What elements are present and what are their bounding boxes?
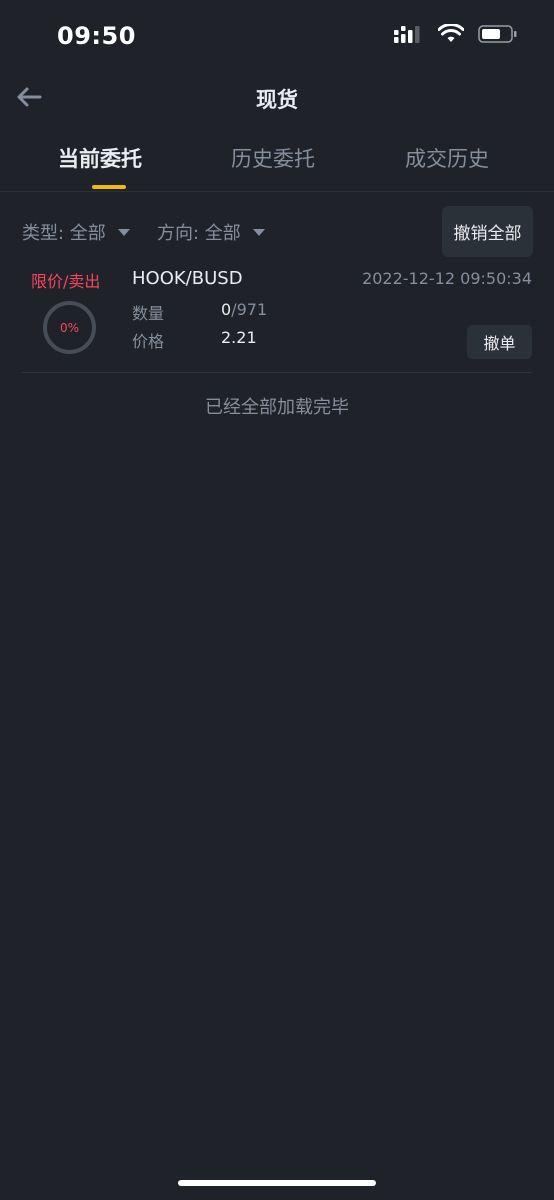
type-filter-label: 类型: 全部 [22, 223, 106, 244]
wifi-icon [438, 24, 464, 42]
status-time: 09:50 [57, 22, 136, 50]
progress-percent: 0% [59, 320, 80, 335]
price-value: 2.21 [221, 328, 257, 347]
page-title: 现货 [256, 88, 298, 112]
caret-down-icon [117, 228, 130, 236]
quantity-value: 0/971 [221, 300, 267, 319]
caret-down-icon [252, 228, 265, 236]
quantity-total: /971 [231, 300, 268, 319]
quantity-filled: 0 [221, 300, 232, 319]
order-time: 2022-12-12 09:50:34 [362, 269, 532, 288]
direction-filter-label: 方向: 全部 [157, 223, 241, 244]
price-label: 价格 [132, 332, 165, 351]
direction-filter[interactable]: 方向: 全部 [157, 219, 265, 245]
active-tab-indicator [92, 185, 126, 189]
status-icons [394, 24, 518, 44]
signal-icon [394, 26, 420, 43]
battery-icon [478, 25, 517, 43]
cancel-order-button[interactable]: 撤单 [467, 325, 532, 359]
tab-order-history[interactable]: 历史委托 [231, 143, 315, 173]
quantity-label: 数量 [132, 304, 165, 323]
tab-bar: 当前委托 历史委托 成交历史 [0, 143, 554, 192]
type-filter[interactable]: 类型: 全部 [22, 219, 130, 245]
divider [22, 372, 532, 373]
all-loaded-text: 已经全部加载完毕 [205, 397, 349, 418]
tab-open-orders[interactable]: 当前委托 [58, 143, 142, 173]
tab-trade-history[interactable]: 成交历史 [405, 143, 489, 173]
home-indicator[interactable] [178, 1180, 376, 1186]
screen: 09:50 现货 当前委托 历史委托 成交历史 类型: 全部 方向: 全部 撤销… [0, 0, 554, 1200]
cancel-all-button[interactable]: 撤销全部 [442, 206, 533, 257]
trading-pair: HOOK/BUSD [132, 268, 243, 289]
order-type: 限价/卖出 [31, 272, 101, 291]
